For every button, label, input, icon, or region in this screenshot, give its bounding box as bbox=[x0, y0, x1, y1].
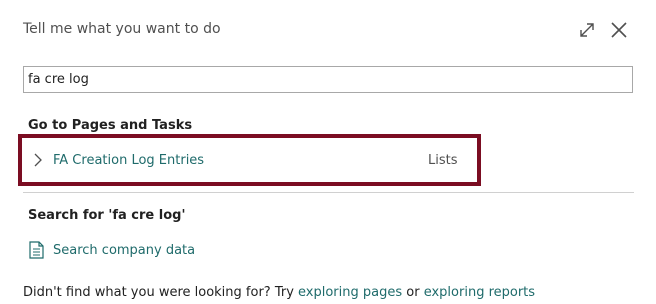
footer-text: Didn't find what you were looking for? T… bbox=[23, 285, 535, 300]
divider bbox=[23, 192, 634, 193]
result-type: Lists bbox=[428, 153, 458, 168]
search-section-heading: Search for 'fa cre log' bbox=[28, 208, 186, 223]
search-input-container bbox=[23, 66, 633, 93]
dialog-title: Tell me what you want to do bbox=[23, 21, 221, 37]
result-row-fa-creation-log-entries[interactable]: FA Creation Log Entries Lists bbox=[18, 134, 481, 186]
chevron-right-icon bbox=[34, 153, 42, 167]
search-company-data-label: Search company data bbox=[53, 243, 196, 258]
footer-prefix: Didn't find what you were looking for? T… bbox=[23, 285, 299, 300]
footer-middle: or bbox=[402, 285, 424, 300]
exploring-pages-link[interactable]: exploring pages bbox=[298, 285, 402, 300]
expand-icon[interactable] bbox=[577, 20, 597, 40]
document-icon bbox=[29, 241, 44, 259]
search-input[interactable] bbox=[24, 67, 618, 92]
tell-me-dialog: Tell me what you want to do Go to Pages … bbox=[0, 0, 656, 304]
pages-section-heading: Go to Pages and Tasks bbox=[28, 118, 193, 133]
result-label: FA Creation Log Entries bbox=[53, 153, 205, 168]
close-icon[interactable] bbox=[609, 20, 629, 40]
exploring-reports-link[interactable]: exploring reports bbox=[424, 285, 535, 300]
